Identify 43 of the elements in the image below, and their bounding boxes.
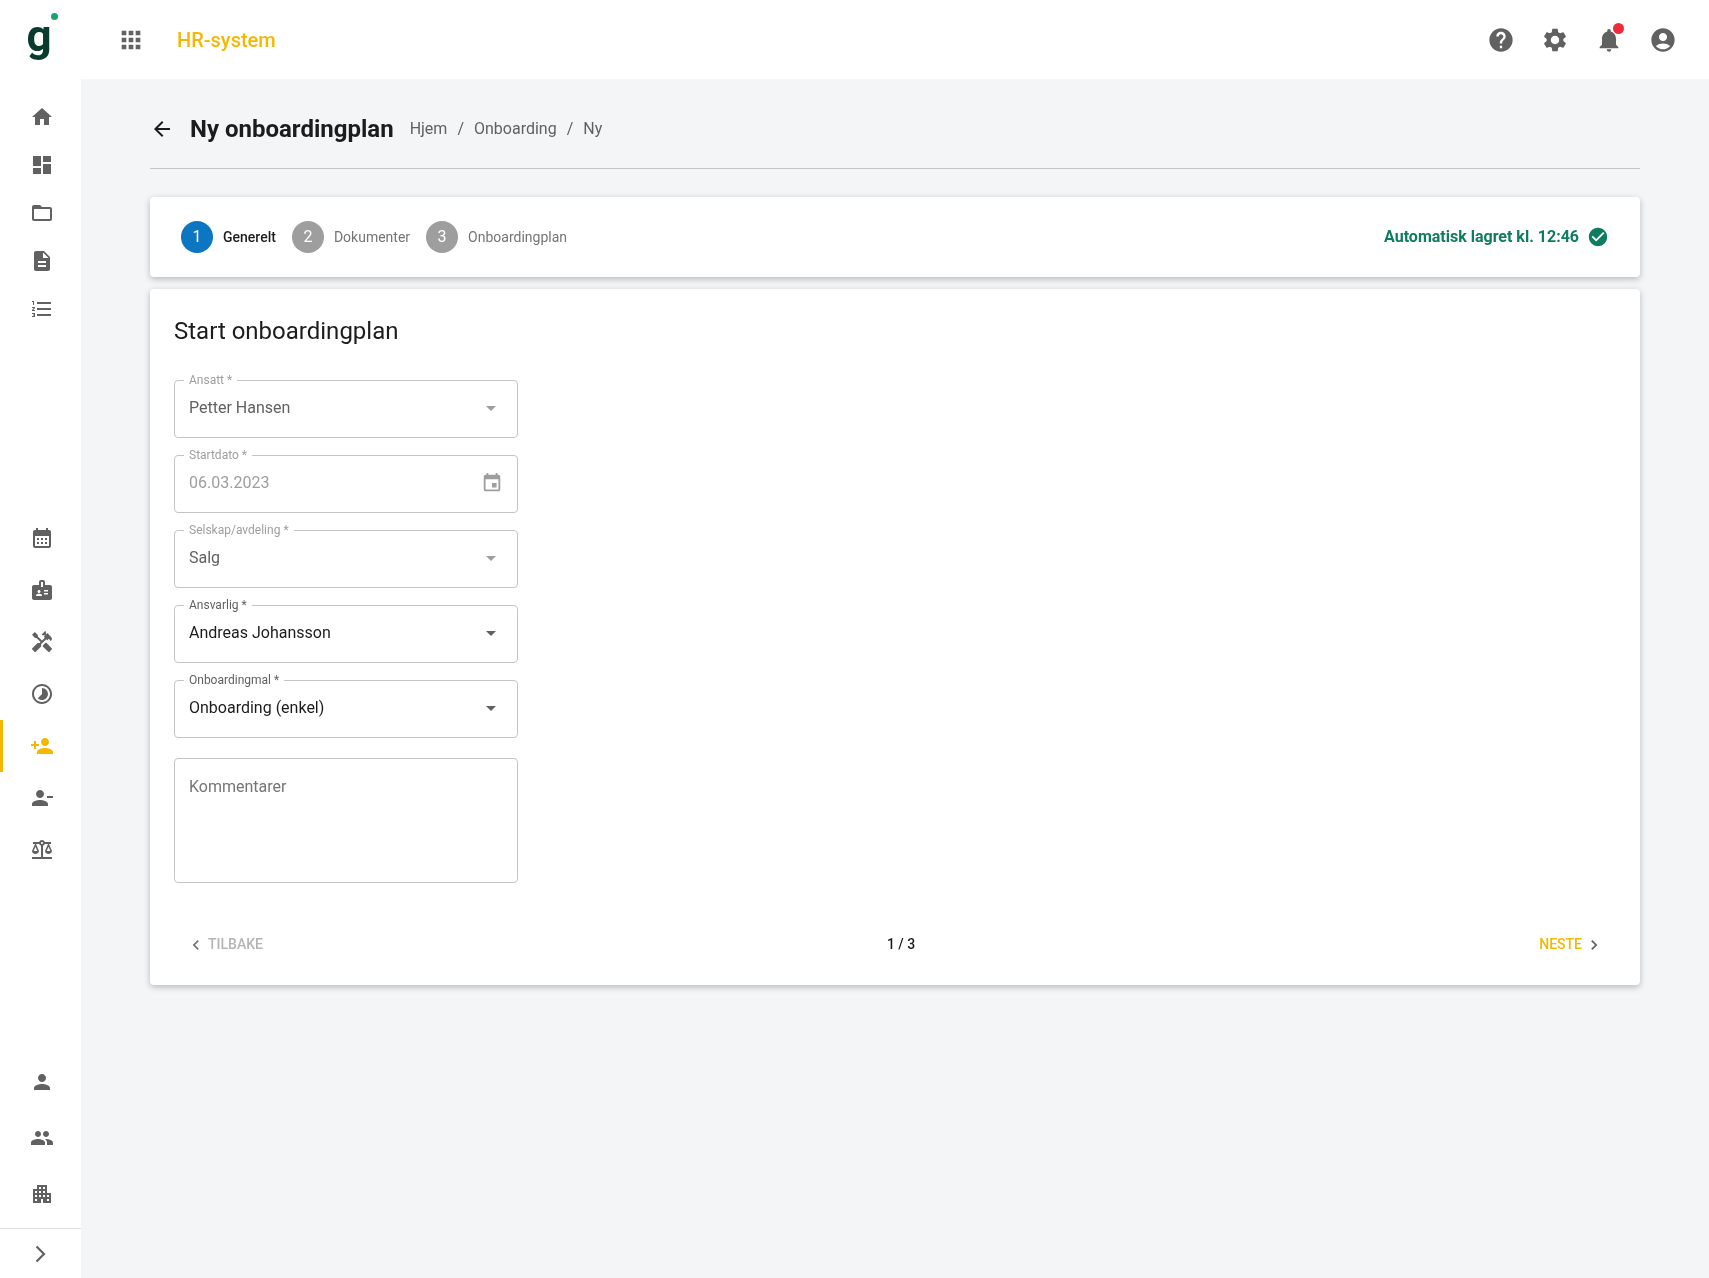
select-field[interactable]: Ansvarlig * Andreas Johansson: [174, 598, 518, 663]
building-icon: [30, 1182, 54, 1206]
calendar-icon: [481, 472, 503, 494]
breadcrumb-link[interactable]: Onboarding: [474, 117, 557, 141]
select-field[interactable]: Onboardingmal * Onboarding (enkel): [174, 673, 518, 738]
scales-icon: [30, 837, 54, 862]
page-indicator: 1 / 3: [886, 935, 916, 954]
chevron-right-icon: [35, 1244, 46, 1263]
dropdown-caret-icon: [486, 630, 496, 636]
field-value: Salg: [189, 547, 222, 569]
field-label: Selskap/avdeling *: [188, 523, 290, 537]
help-icon[interactable]: [1487, 25, 1515, 54]
field-value: Petter Hansen: [189, 397, 292, 419]
field-label: Ansatt *: [188, 373, 234, 387]
expand-sidebar-button[interactable]: [35, 1244, 46, 1263]
dropdown-caret-icon: [486, 705, 496, 711]
dropdown-caret-icon: [486, 555, 496, 561]
account-icon[interactable]: [1649, 25, 1677, 54]
breadcrumb-link[interactable]: Ny: [583, 117, 603, 141]
field-value: Onboarding (enkel): [189, 697, 326, 719]
breadcrumb-separator: /: [457, 118, 464, 140]
page-title: Ny onboardingplan: [190, 114, 394, 145]
field-label: Startdato *: [188, 448, 248, 462]
field-value: 06.03.2023: [189, 472, 271, 494]
autosave-status: Automatisk lagret kl. 12:46: [1384, 226, 1579, 248]
comments-field[interactable]: Kommentarer: [174, 758, 518, 883]
app-title: HR-system: [177, 26, 276, 54]
breadcrumb-separator: /: [566, 118, 574, 140]
dashboard-icon: [30, 153, 54, 177]
calendar-icon: [30, 525, 54, 550]
field-label: Ansvarlig *: [188, 598, 248, 612]
field-value: Andreas Johansson: [189, 622, 332, 644]
step-tab[interactable]: 2 Dokumenter: [291, 221, 411, 253]
dropdown-caret-icon: [486, 405, 496, 411]
step-tab[interactable]: 1 Generelt: [181, 221, 276, 253]
badge-icon: [30, 577, 54, 602]
breadcrumb-link[interactable]: Hjem: [409, 117, 448, 141]
logo[interactable]: g: [26, 13, 55, 66]
form-title: Start onboardingplan: [174, 316, 400, 347]
step-tab[interactable]: 3 Onboardingplan: [426, 221, 567, 253]
timer-icon: [30, 681, 54, 706]
field-label: Onboardingmal *: [188, 673, 281, 687]
tools-icon: [30, 629, 54, 654]
